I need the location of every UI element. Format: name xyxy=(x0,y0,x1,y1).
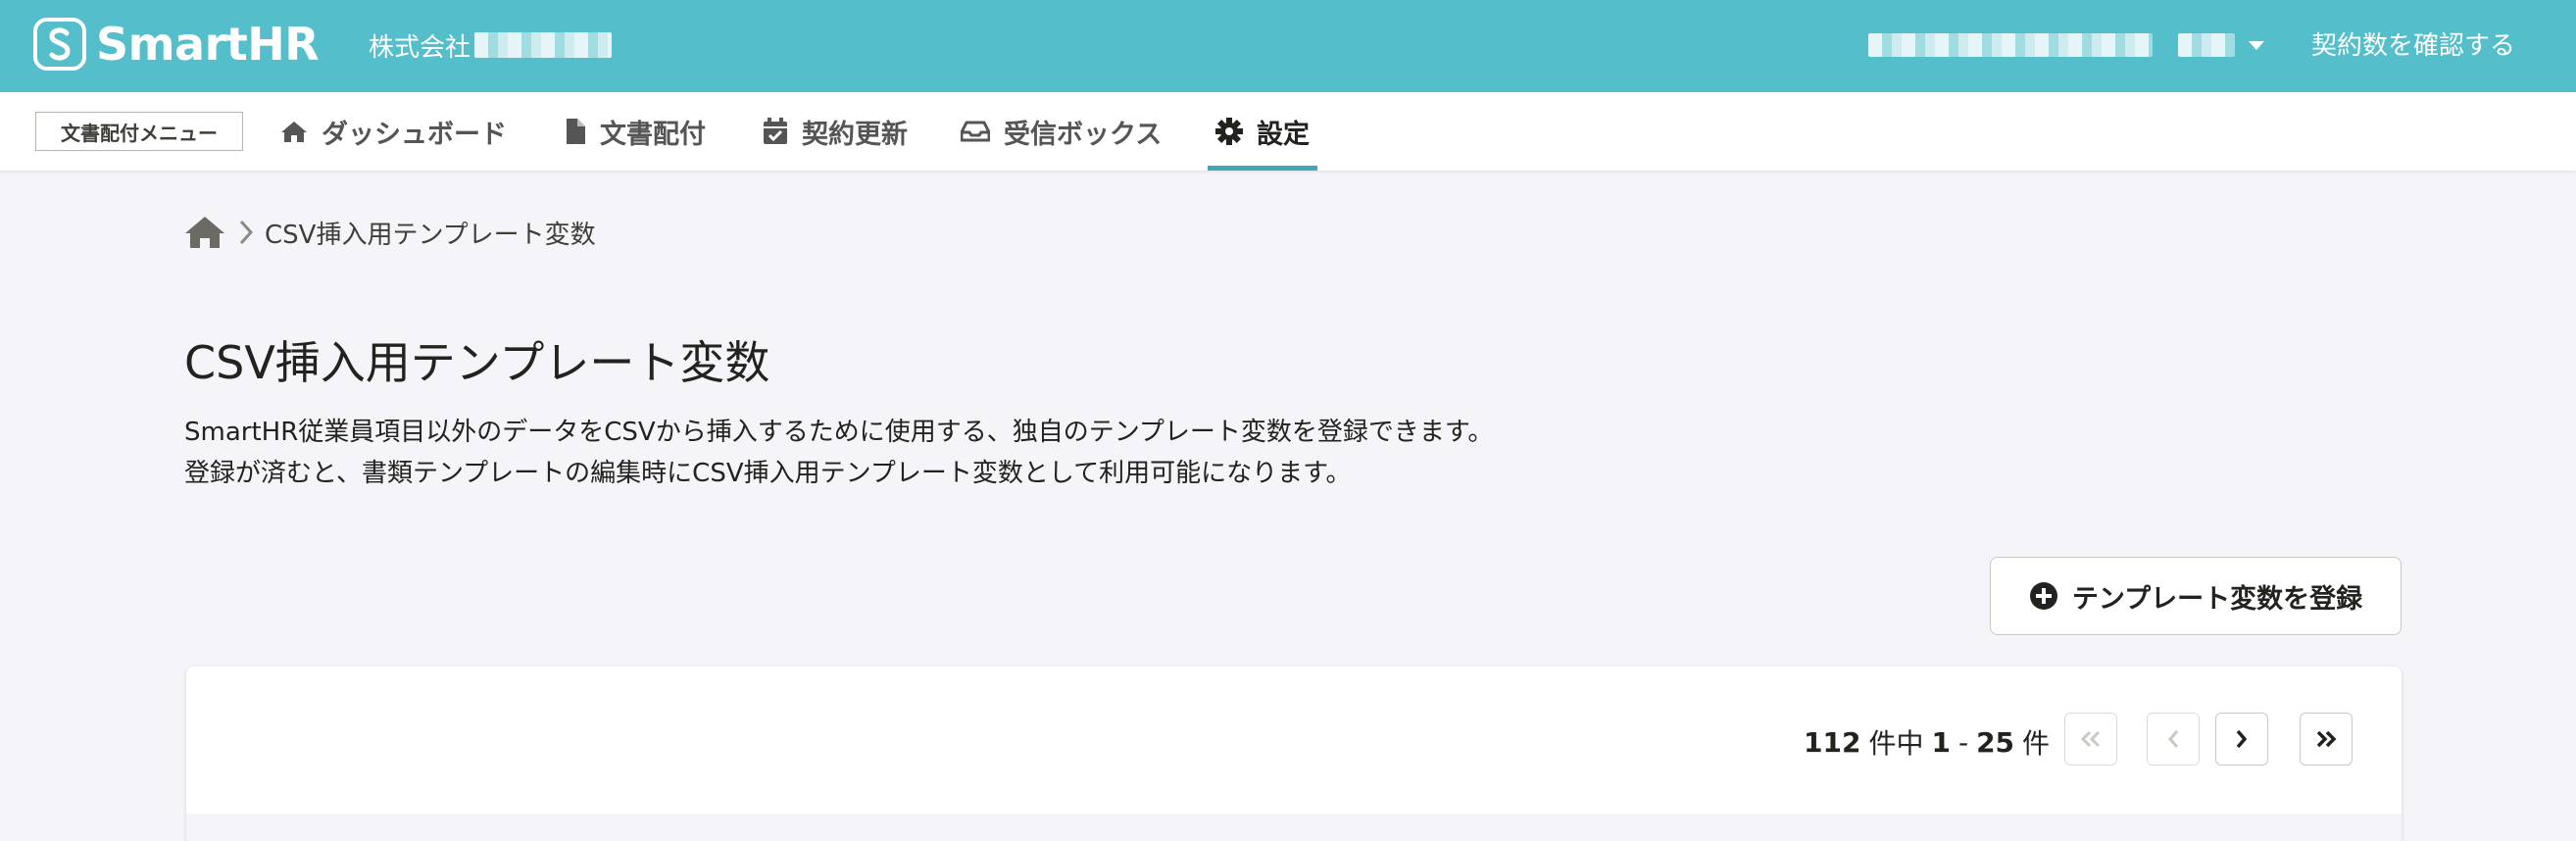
logo-text: SmartHR xyxy=(96,18,320,71)
chevron-right-icon xyxy=(2236,729,2248,749)
breadcrumb: CSV挿入用テンプレート変数 xyxy=(184,210,596,255)
user-menu[interactable] xyxy=(1868,27,2264,63)
first-page-button[interactable] xyxy=(2064,713,2117,766)
company-prefix: 株式会社 xyxy=(369,32,471,63)
nav-dashboard-label: ダッシュボード xyxy=(322,119,507,150)
nav-settings[interactable]: 設定 xyxy=(1208,92,1317,171)
user-info-redacted xyxy=(1868,33,2153,57)
nav-contract-renewal[interactable]: 契約更新 xyxy=(763,92,908,171)
chevron-left-icon xyxy=(2168,730,2179,748)
pagination-info: 112 件中 1 - 25 件 xyxy=(1804,717,2057,767)
smarthr-logo[interactable]: SmartHR xyxy=(33,17,320,72)
pagination-total: 112 xyxy=(1804,725,1861,759)
company-name-redacted xyxy=(474,32,613,58)
prev-page-button[interactable] xyxy=(2147,713,2200,766)
breadcrumb-current: CSV挿入用テンプレート変数 xyxy=(265,220,596,250)
nav-document-distribution-label: 文書配付 xyxy=(600,119,706,150)
last-page-button[interactable] xyxy=(2300,713,2353,766)
home-icon xyxy=(281,122,307,142)
template-variable-table-card: 112 件中 1 - 25 件 xyxy=(186,667,2402,841)
document-icon xyxy=(567,119,585,144)
page-title: CSV挿入用テンプレート変数 xyxy=(184,336,770,389)
table-header-band xyxy=(186,814,2402,841)
user-name-redacted xyxy=(2178,33,2235,57)
pagination-range-sep: - xyxy=(1957,725,1969,759)
app-header: SmartHR 株式会社 契約数を確認する xyxy=(0,0,2576,92)
nav-document-distribution[interactable]: 文書配付 xyxy=(565,92,706,171)
plus-circle-icon xyxy=(2029,582,2057,610)
nav-contract-renewal-label: 契約更新 xyxy=(802,119,908,150)
calendar-check-icon xyxy=(764,118,787,144)
company-name: 株式会社 xyxy=(369,25,613,65)
nav-inbox[interactable]: 受信ボックス xyxy=(961,92,1162,171)
register-button-label: テンプレート変数を登録 xyxy=(2071,583,2363,615)
smarthr-logo-icon xyxy=(33,18,86,71)
caret-down-icon xyxy=(2249,40,2264,50)
pagination-range-start: 1 xyxy=(1931,725,1951,759)
double-chevron-left-icon xyxy=(2080,730,2101,748)
page-description: SmartHR従業員項目以外のデータをCSVから挿入するために使用する、独自のテ… xyxy=(184,412,1493,494)
home-icon[interactable] xyxy=(184,215,225,250)
nav-settings-label: 設定 xyxy=(1257,119,1310,150)
gear-icon xyxy=(1215,118,1243,145)
pagination-total-suffix: 件中 xyxy=(1868,727,1924,760)
pagination-range-end: 25 xyxy=(1976,725,2015,759)
inbox-icon xyxy=(961,121,990,142)
nav-inbox-label: 受信ボックス xyxy=(1004,119,1163,150)
description-line-1: SmartHR従業員項目以外のデータをCSVから挿入するために使用する、独自のテ… xyxy=(184,418,1494,447)
pagination-range-suffix: 件 xyxy=(2022,727,2051,760)
menu-label: 文書配付メニュー xyxy=(35,112,243,151)
next-page-button[interactable] xyxy=(2215,713,2268,766)
double-chevron-right-icon xyxy=(2316,730,2337,748)
contract-count-link[interactable]: 契約数を確認する xyxy=(2311,24,2515,63)
chevron-right-icon xyxy=(239,220,253,245)
description-line-2: 登録が済むと、書類テンプレートの編集時にCSV挿入用テンプレート変数として利用可… xyxy=(184,459,1352,488)
register-template-variable-button[interactable]: テンプレート変数を登録 xyxy=(1990,557,2402,635)
nav-dashboard[interactable]: ダッシュボード xyxy=(280,92,507,171)
sub-navigation: 文書配付メニュー ダッシュボード 文書配付 契約更新 受信ボックス 設定 xyxy=(0,92,2576,171)
